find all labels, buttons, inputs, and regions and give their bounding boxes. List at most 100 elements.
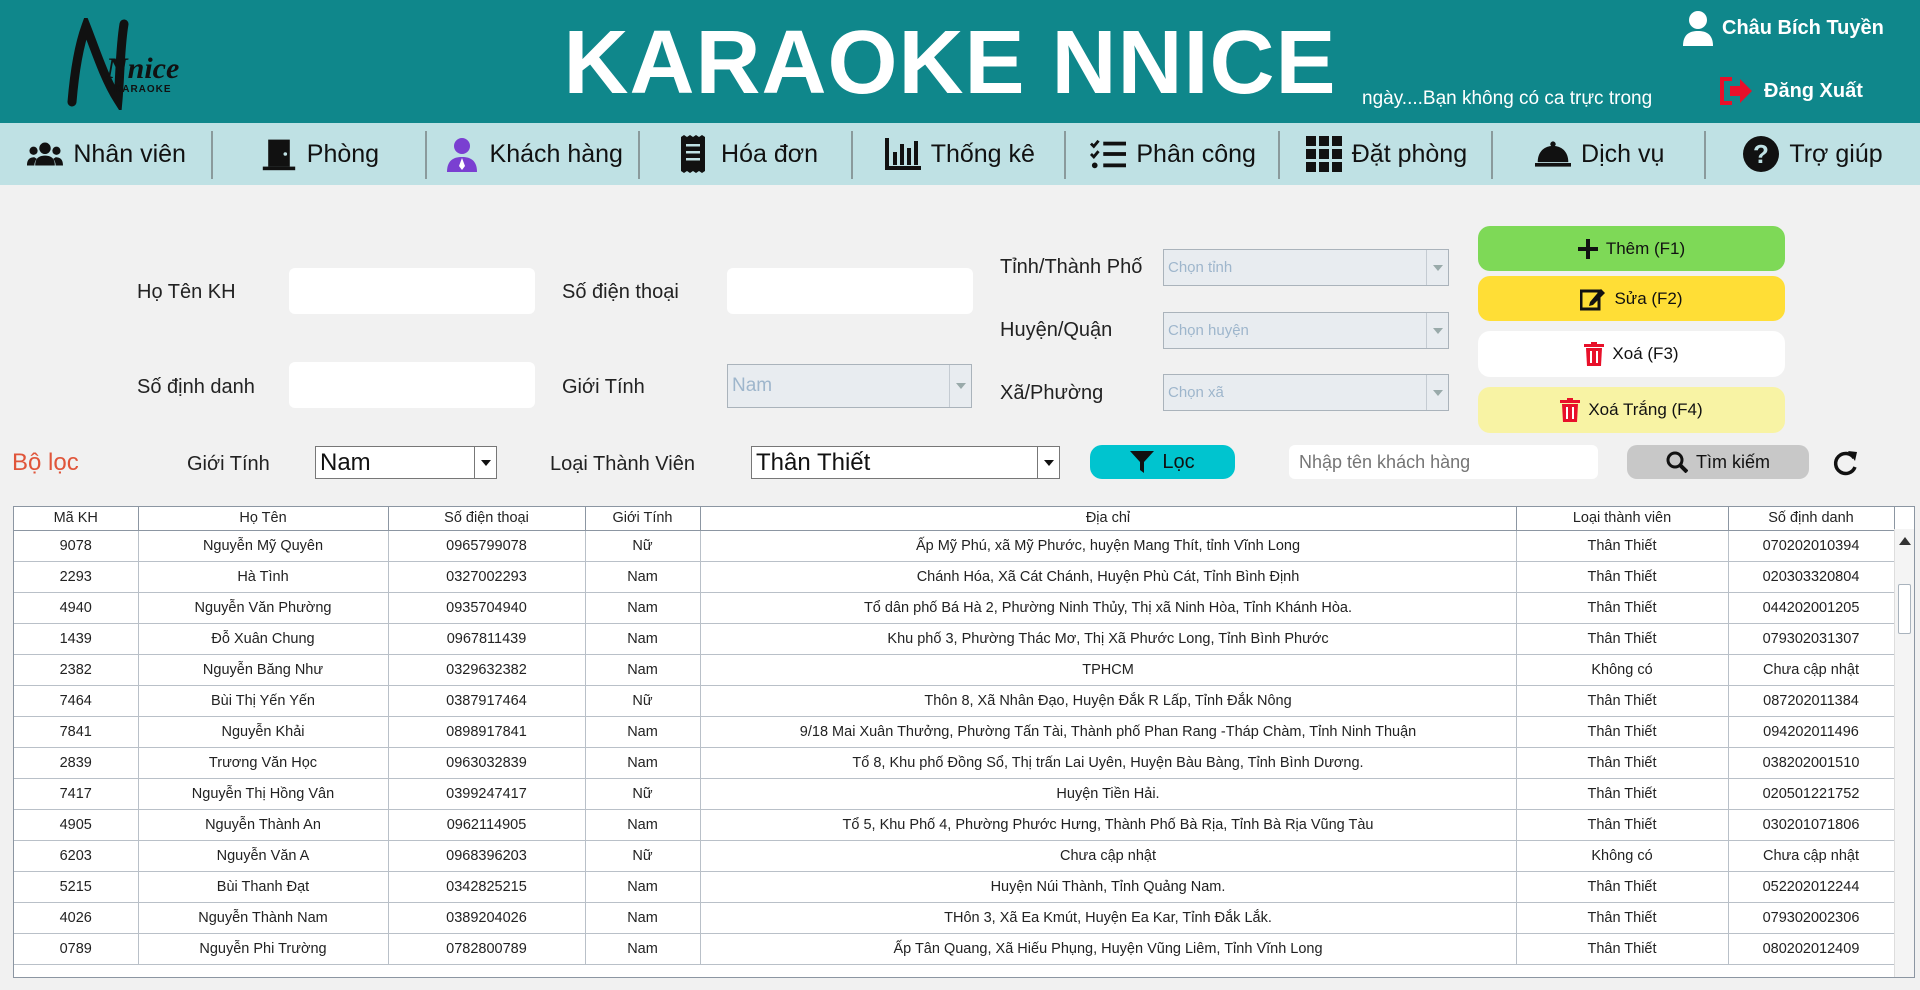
filter-button[interactable]: Lọc (1090, 445, 1235, 479)
table-cell: Nam (585, 747, 701, 779)
table-cell: Chưa cập nhật (1728, 840, 1895, 872)
table-row[interactable]: 1439 Đỗ Xuân Chung 0967811439 Nam Khu phố 3,… (14, 623, 1895, 655)
logout-button[interactable]: Đăng Xuất (1718, 76, 1863, 106)
column-header[interactable]: Số điện thoại (388, 507, 586, 531)
nav-khach-hang[interactable]: Khách hàng (427, 123, 641, 185)
main-nav: Nhân viên Phòng Khách hàng Hóa đơn Thống… (0, 123, 1920, 185)
table-cell: 0327002293 (388, 561, 586, 593)
table-cell: Nam (585, 592, 701, 624)
table-cell: Nguyễn Thành Nam (138, 902, 389, 934)
table-cell: Nam (585, 561, 701, 593)
table-row[interactable]: 4940 Nguyễn Văn Phường 0935704940 Nam Tổ dân… (14, 592, 1895, 624)
user-info[interactable]: Châu Bích Tuyền (1682, 10, 1884, 46)
id-number-input[interactable] (289, 362, 535, 408)
table-cell: 2382 (14, 654, 139, 686)
table-cell: Ấp Tân Quang, Xã Hiếu Phụng, Huyện Vũng … (700, 933, 1517, 965)
search-input[interactable] (1289, 445, 1598, 479)
district-select[interactable]: Chọn huyện (1163, 312, 1449, 349)
nav-thong-ke[interactable]: Thống kê (853, 123, 1067, 185)
table-cell: 020303320804 (1728, 561, 1895, 593)
users-icon (27, 136, 64, 172)
nav-dich-vu[interactable]: Dịch vụ (1493, 123, 1707, 185)
gender-label: Giới Tính (562, 376, 645, 398)
table-row[interactable]: 2293 Hà Tình 0327002293 Nam Chánh Hóa, Xã Cá… (14, 561, 1895, 593)
scroll-up-arrow-icon[interactable] (1899, 537, 1911, 545)
search-button-label: Tìm kiếm (1696, 451, 1770, 472)
nav-label: Thống kê (930, 139, 1035, 168)
nav-label: Nhân viên (73, 139, 186, 168)
id-number-label: Số định danh (137, 376, 255, 398)
nav-phan-cong[interactable]: Phân công (1066, 123, 1281, 185)
nav-label: Trợ giúp (1789, 139, 1883, 168)
table-row[interactable]: 2839 Trương Văn Học 0963032839 Nam Tổ 8, Khu… (14, 747, 1895, 779)
table-row[interactable]: 5215 Bùi Thanh Đạt 0342825215 Nam Huyện Núi … (14, 871, 1895, 903)
clear-button-label: Xoá Trắng (F4) (1588, 400, 1703, 419)
chevron-down-icon (1426, 250, 1448, 285)
table-cell: 2839 (14, 747, 139, 779)
refresh-button[interactable] (1831, 449, 1859, 477)
table-cell: Nữ (585, 840, 701, 872)
table-row[interactable]: 4905 Nguyễn Thành An 0962114905 Nam Tổ 5, Kh… (14, 809, 1895, 841)
search-button[interactable]: Tìm kiếm (1627, 445, 1809, 479)
table-row[interactable]: 7417 Nguyễn Thị Hồng Vân 0399247417 Nữ Huyện… (14, 778, 1895, 810)
add-button-label: Thêm (F1) (1605, 238, 1686, 258)
table-row[interactable]: 6203 Nguyễn Văn A 0968396203 Nữ Chưa cập nhậ… (14, 840, 1895, 872)
phone-input[interactable] (727, 268, 973, 314)
filter-icon (1130, 451, 1155, 473)
nav-phong[interactable]: Phòng (213, 123, 427, 185)
province-select[interactable]: Chọn tỉnh (1163, 249, 1449, 286)
table-row[interactable]: 7464 Bùi Thị Yến Yến 0387917464 Nữ Thôn 8, X… (14, 685, 1895, 717)
table-cell: Thôn 8, Xã Nhân Đạo, Huyện Đắk R Lấp, Tỉ… (700, 685, 1517, 717)
filter-member-select[interactable]: Thân Thiết (751, 446, 1060, 479)
delete-button[interactable]: Xoá (F3) (1478, 331, 1785, 377)
table-cell: Nguyễn Phi Trường (138, 933, 389, 965)
scroll-thumb[interactable] (1898, 584, 1911, 634)
column-header[interactable]: Mã KH (14, 507, 139, 531)
vertical-scrollbar[interactable] (1894, 529, 1914, 977)
table-body: 9078 Nguyễn Mỹ Quyên 0965799078 Nữ Ấp Mỹ Phú… (14, 530, 1895, 965)
table-row[interactable]: 4026 Nguyễn Thành Nam 0389204026 Nam THôn 3,… (14, 902, 1895, 934)
table-cell: THôn 3, Xã Ea Kmút, Huyện Ea Kar, Tỉnh Đ… (700, 902, 1517, 934)
ward-select[interactable]: Chọn xã (1163, 374, 1449, 411)
table-cell: 6203 (14, 840, 139, 872)
district-label: Huyện/Quận (1000, 319, 1113, 341)
table-cell: Thân Thiết (1516, 871, 1729, 903)
edit-button[interactable]: Sửa (F2) (1478, 276, 1785, 321)
gender-select[interactable]: Nam (727, 364, 972, 408)
table-cell: 4905 (14, 809, 139, 841)
filter-button-label: Lọc (1162, 450, 1195, 473)
column-header[interactable]: Địa chỉ (700, 507, 1517, 531)
filter-member-value: Thân Thiết (756, 448, 871, 476)
table-cell: Nguyễn Văn A (138, 840, 389, 872)
table-row[interactable]: 7841 Nguyễn Khải 0898917841 Nam 9/18 Mai Xuâ… (14, 716, 1895, 748)
add-button[interactable]: Thêm (F1) (1478, 226, 1785, 271)
table-cell: Nguyễn Khải (138, 716, 389, 748)
nav-dat-phong[interactable]: Đặt phòng (1280, 123, 1494, 185)
table-cell: 038202001510 (1728, 747, 1895, 779)
name-input[interactable] (289, 268, 535, 314)
table-cell: 5215 (14, 871, 139, 903)
column-header[interactable]: Loại thành viên (1516, 507, 1729, 531)
trash-icon (1584, 342, 1605, 366)
filter-title: Bộ lọc (12, 449, 79, 476)
table-cell: Thân Thiết (1516, 902, 1729, 934)
nav-nhan-vien[interactable]: Nhân viên (0, 123, 214, 185)
checklist-icon (1090, 136, 1127, 172)
province-label: Tỉnh/Thành Phố (1000, 256, 1143, 278)
nav-hoa-don[interactable]: Hóa đơn (640, 123, 854, 185)
column-header[interactable]: Số định danh (1728, 507, 1895, 531)
table-cell: Nguyễn Văn Phường (138, 592, 389, 624)
nav-tro-giup[interactable]: ? Trợ giúp (1706, 123, 1919, 185)
column-header[interactable]: Họ Tên (138, 507, 389, 531)
table-cell: Ấp Mỹ Phú, xã Mỹ Phước, huyện Mang Thít,… (700, 530, 1517, 562)
table-cell: Thân Thiết (1516, 685, 1729, 717)
table-row[interactable]: 0789 Nguyễn Phi Trường 0782800789 Nam Ấp Tân… (14, 933, 1895, 965)
filter-member-label: Loại Thành Viên (550, 453, 695, 475)
filter-gender-select[interactable]: Nam (315, 446, 497, 479)
table-row[interactable]: 2382 Nguyễn Băng Như 0329632382 Nam TPHCM Khô… (14, 654, 1895, 686)
table-cell: 0898917841 (388, 716, 586, 748)
app-title: KARAOKE NNICE (563, 13, 1337, 113)
clear-button[interactable]: Xoá Trắng (F4) (1478, 387, 1785, 433)
table-row[interactable]: 9078 Nguyễn Mỹ Quyên 0965799078 Nữ Ấp Mỹ Phú… (14, 530, 1895, 562)
column-header[interactable]: Giới Tính (585, 507, 701, 531)
